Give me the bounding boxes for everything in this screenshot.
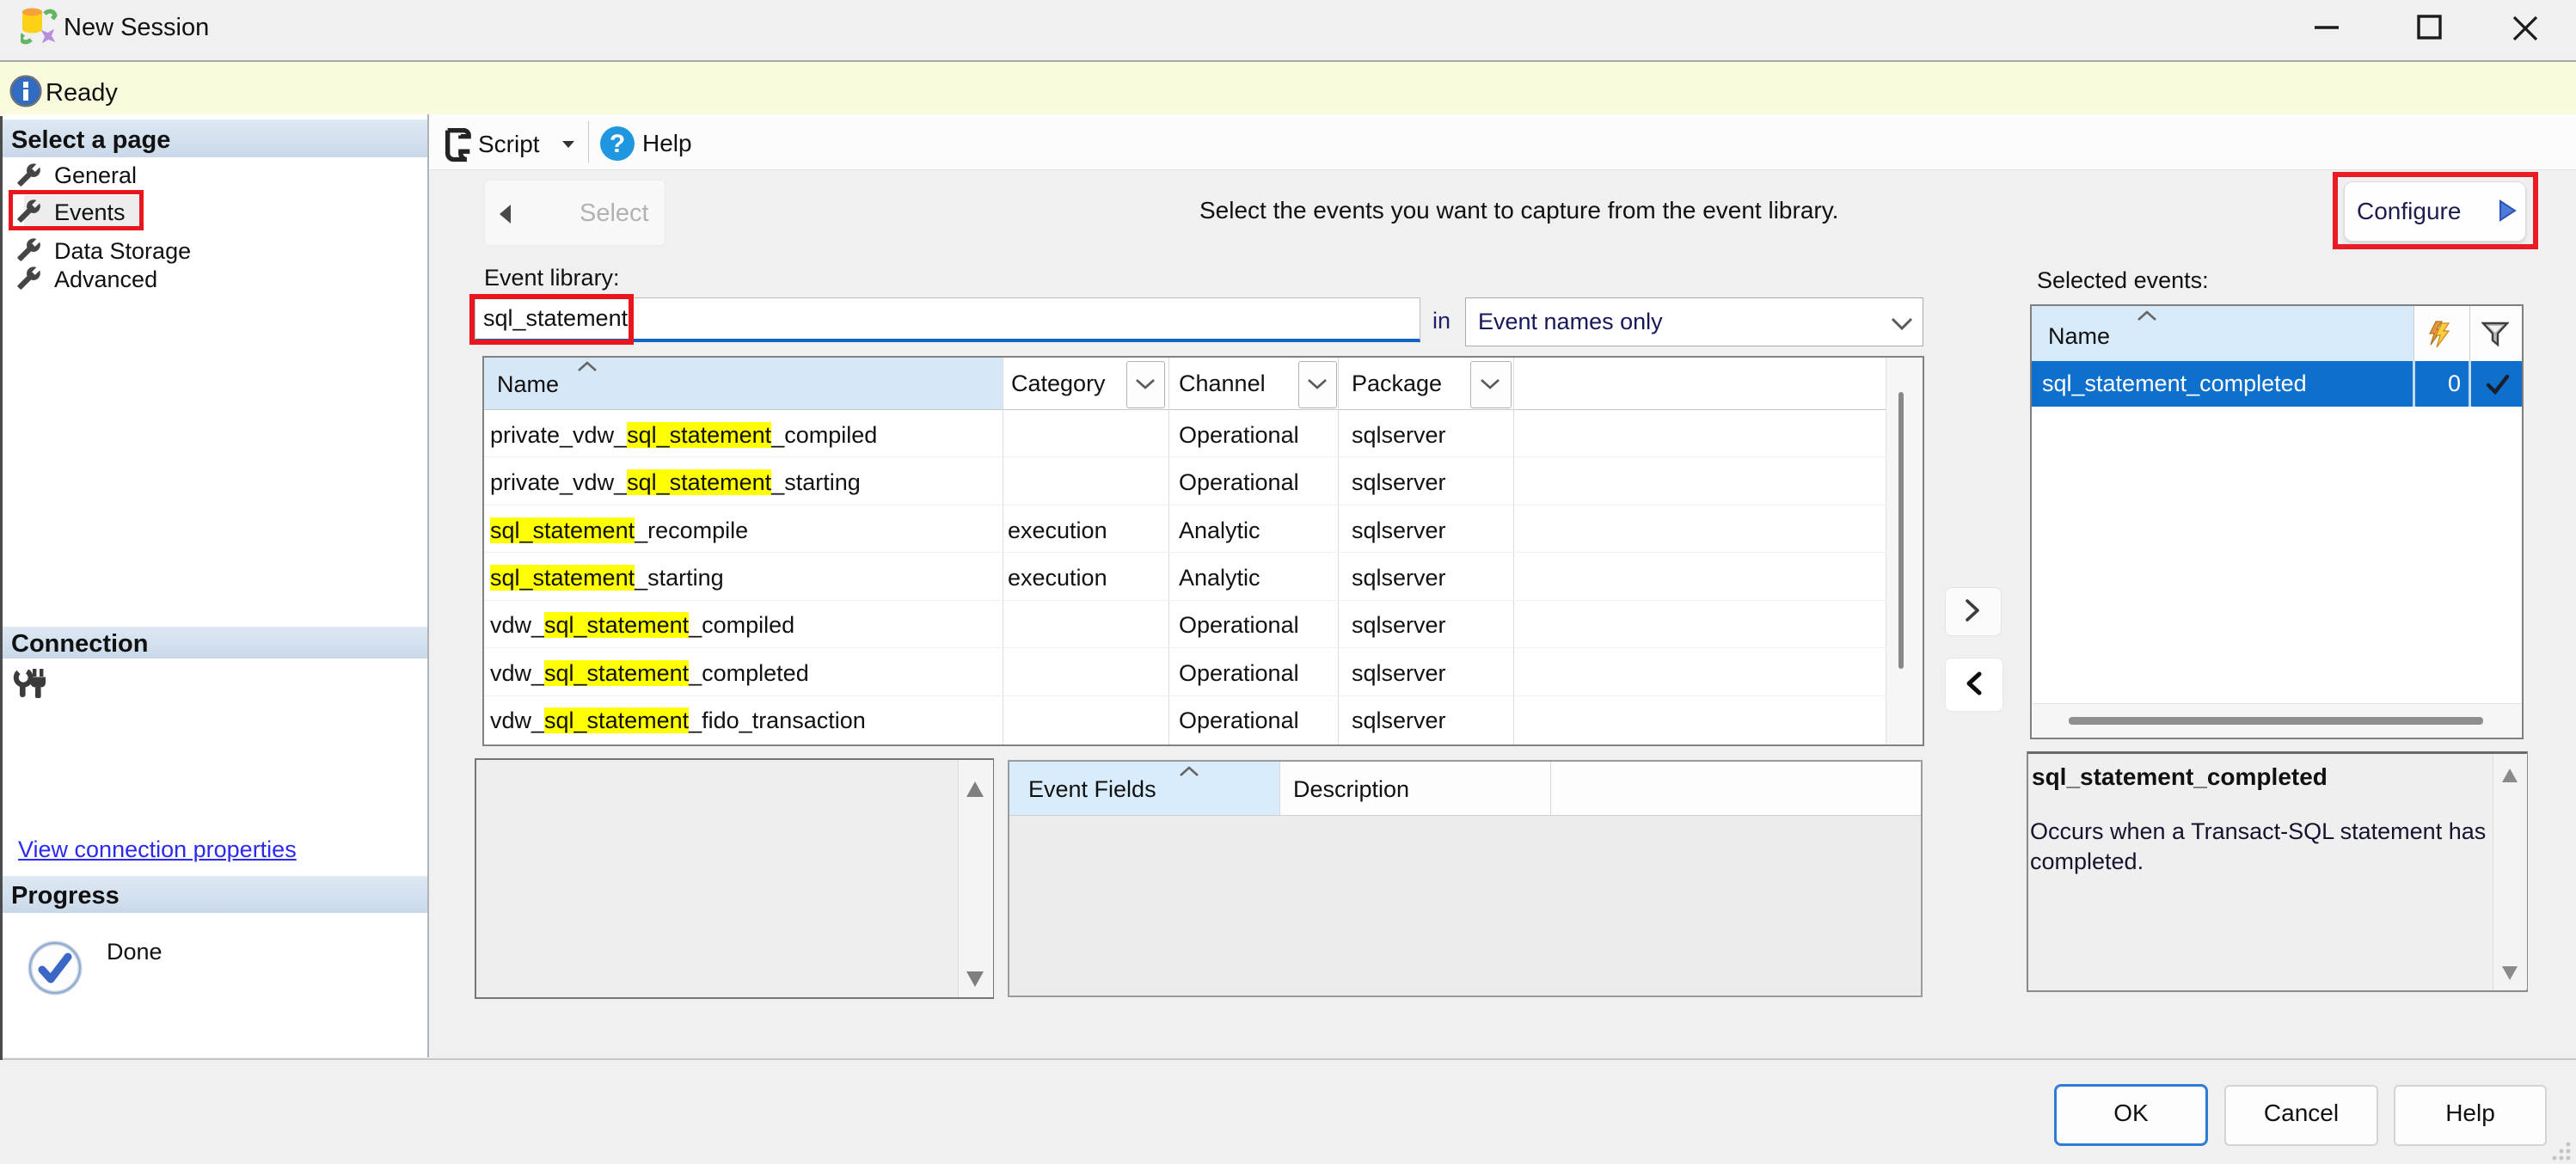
svg-text:?: ? [610,130,625,158]
